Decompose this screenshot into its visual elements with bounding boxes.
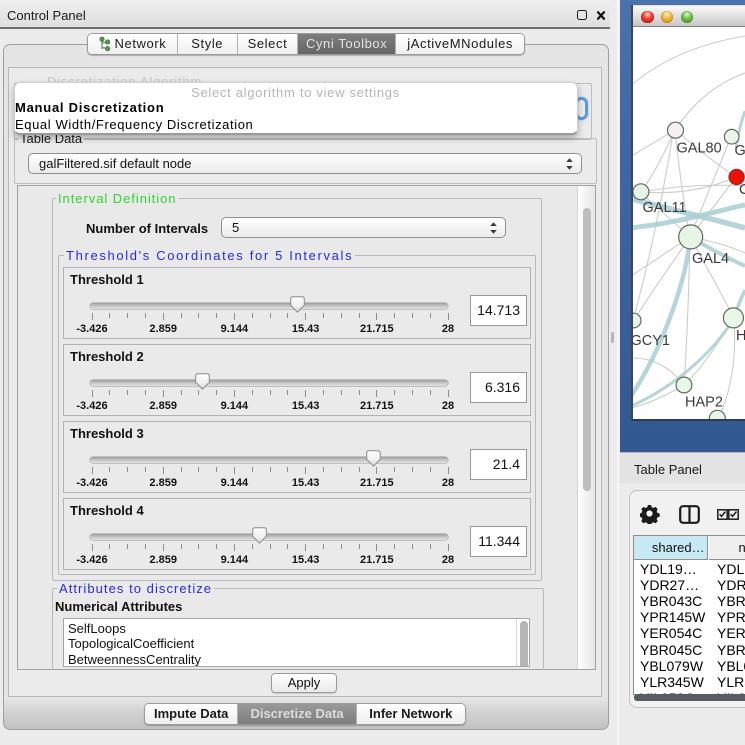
svg-text:GAL4: GAL4 — [692, 251, 729, 267]
svg-text:GAL11: GAL11 — [643, 200, 687, 216]
svg-text:HAP2: HAP2 — [685, 394, 723, 410]
svg-text:H: H — [736, 328, 745, 344]
svg-text:C: C — [739, 182, 745, 198]
svg-text:GCY1: GCY1 — [633, 333, 670, 349]
svg-text:GA: GA — [735, 143, 745, 159]
svg-text:GAL80: GAL80 — [677, 140, 722, 156]
